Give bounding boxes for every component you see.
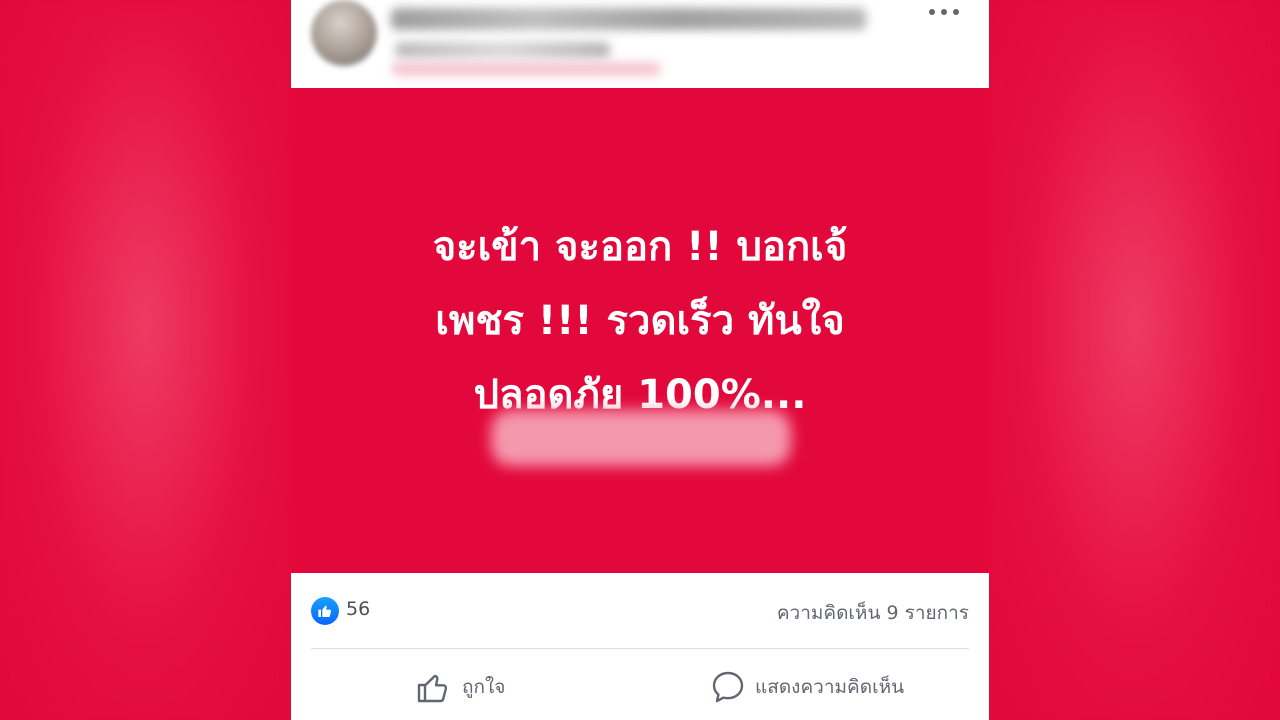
dot — [941, 9, 947, 15]
post-image[interactable]: จะเข้า จะออก !! บอกเจ้ เพชร !!! รวดเร็ว … — [291, 88, 989, 573]
post-meta-blurred — [395, 42, 610, 58]
post-text-line-2: เพชร !!! รวดเร็ว ทันใจ — [435, 298, 845, 344]
like-button[interactable]: ถูกใจ — [416, 665, 505, 709]
like-badge-icon[interactable] — [311, 597, 339, 625]
header-blur-strip — [391, 62, 661, 76]
post-image-text: จะเข้า จะออก !! บอกเจ้ เพชร !!! รวดเร็ว … — [331, 210, 949, 432]
background-right — [990, 0, 1280, 720]
post-text-line-1: จะเข้า จะออก !! บอกเจ้ — [432, 224, 848, 270]
thumbs-up-glyph — [318, 605, 331, 617]
comment-bubble-icon — [712, 671, 744, 703]
more-dots-icon[interactable] — [929, 4, 959, 20]
background-left — [0, 0, 290, 720]
dot — [953, 9, 959, 15]
facebook-post: จะเข้า จะออก !! บอกเจ้ เพชร !!! รวดเร็ว … — [291, 0, 989, 720]
thumbs-up-icon — [417, 674, 448, 703]
like-button-label: ถูกใจ — [462, 676, 506, 698]
author-name-blurred[interactable] — [391, 8, 866, 30]
post-header — [291, 0, 989, 88]
dot — [929, 9, 935, 15]
phone-number-blurred — [491, 410, 791, 466]
comment-button[interactable]: แสดงความคิดเห็น — [711, 665, 904, 709]
comment-count-link[interactable]: ความคิดเห็น 9 รายการ — [777, 598, 969, 628]
divider — [311, 648, 969, 649]
author-avatar[interactable] — [311, 0, 377, 66]
comment-button-label: แสดงความคิดเห็น — [755, 676, 905, 698]
like-count[interactable]: 56 — [346, 598, 370, 620]
reactions-bar: 56 ความคิดเห็น 9 รายการ — [291, 573, 989, 648]
